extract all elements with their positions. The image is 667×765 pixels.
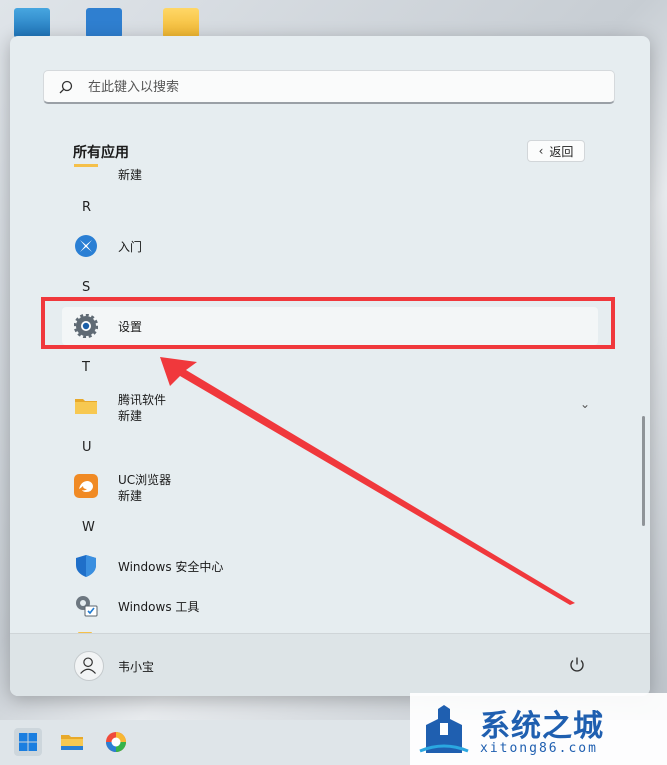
highlight-box xyxy=(41,297,615,349)
chevron-down-icon[interactable]: ⌄ xyxy=(580,397,590,411)
group-letter-s[interactable]: S xyxy=(82,280,90,295)
browser-icon xyxy=(106,732,126,752)
app-uc-browser[interactable]: UC浏览器 新建 xyxy=(62,467,598,505)
file-explorer-icon xyxy=(61,735,83,750)
tools-icon xyxy=(76,596,98,617)
group-letter-u[interactable]: U xyxy=(82,440,92,455)
chevron-left-icon: ‹ xyxy=(538,144,544,158)
start-menu: 所有应用 ‹ 返回 新建 R 入门 S 设置 T xyxy=(10,36,650,696)
back-button-label: 返回 xyxy=(549,144,574,159)
browser-button[interactable] xyxy=(102,728,130,756)
search-input[interactable] xyxy=(86,71,604,103)
search-box[interactable] xyxy=(43,70,615,104)
desktop-folder-icon[interactable] xyxy=(163,8,199,38)
file-explorer-button[interactable] xyxy=(58,728,86,756)
watermark-url: xitong86.com xyxy=(480,741,598,756)
shield-icon xyxy=(76,555,96,577)
uc-browser-icon xyxy=(74,474,98,498)
app-subtitle: 新建 xyxy=(118,168,143,182)
windows-logo-icon xyxy=(19,733,37,751)
folder-icon-partial xyxy=(74,164,98,167)
user-name[interactable]: 韦小宝 xyxy=(118,658,154,675)
folder-icon xyxy=(75,399,97,414)
app-get-started[interactable]: 入门 xyxy=(62,227,598,265)
watermark-logo-icon xyxy=(419,705,469,753)
all-apps-title: 所有应用 xyxy=(73,145,129,161)
site-watermark: 系统之城 xitong86.com xyxy=(410,693,667,765)
desktop-icon-1[interactable] xyxy=(14,8,50,38)
group-letter-w[interactable]: W xyxy=(82,520,95,535)
app-label: UC浏览器 xyxy=(118,473,172,487)
user-avatar-icon xyxy=(80,657,96,674)
user-avatar[interactable] xyxy=(74,651,104,681)
start-footer: 韦小宝 xyxy=(10,633,650,696)
app-subtitle: 新建 xyxy=(118,409,143,423)
group-letter-r[interactable]: R xyxy=(82,200,91,215)
back-button[interactable]: ‹ 返回 xyxy=(527,140,585,162)
app-windows-tools[interactable]: Windows 工具 xyxy=(62,587,598,625)
start-button[interactable] xyxy=(14,728,42,756)
get-started-icon xyxy=(75,235,97,257)
search-icon xyxy=(59,80,73,94)
app-label: Windows 安全中心 xyxy=(118,560,224,574)
app-folder-tencent[interactable]: 腾讯软件 新建 ⌄ xyxy=(62,387,598,425)
watermark-title: 系统之城 xyxy=(480,709,604,744)
group-letter-t[interactable]: T xyxy=(82,360,90,375)
app-list[interactable]: 新建 R 入门 S 设置 T 腾讯软件 新建 ⌄ U UC浏览器 新建 W Wi… xyxy=(10,164,650,636)
desktop-icon-2[interactable] xyxy=(86,8,122,38)
app-label: Windows 工具 xyxy=(118,600,200,614)
scrollbar[interactable] xyxy=(642,416,645,526)
app-windows-security[interactable]: Windows 安全中心 xyxy=(62,547,598,585)
app-label: 入门 xyxy=(118,240,143,254)
app-subtitle: 新建 xyxy=(118,489,143,503)
app-label: 腾讯软件 xyxy=(118,393,167,407)
power-icon[interactable] xyxy=(568,656,586,674)
